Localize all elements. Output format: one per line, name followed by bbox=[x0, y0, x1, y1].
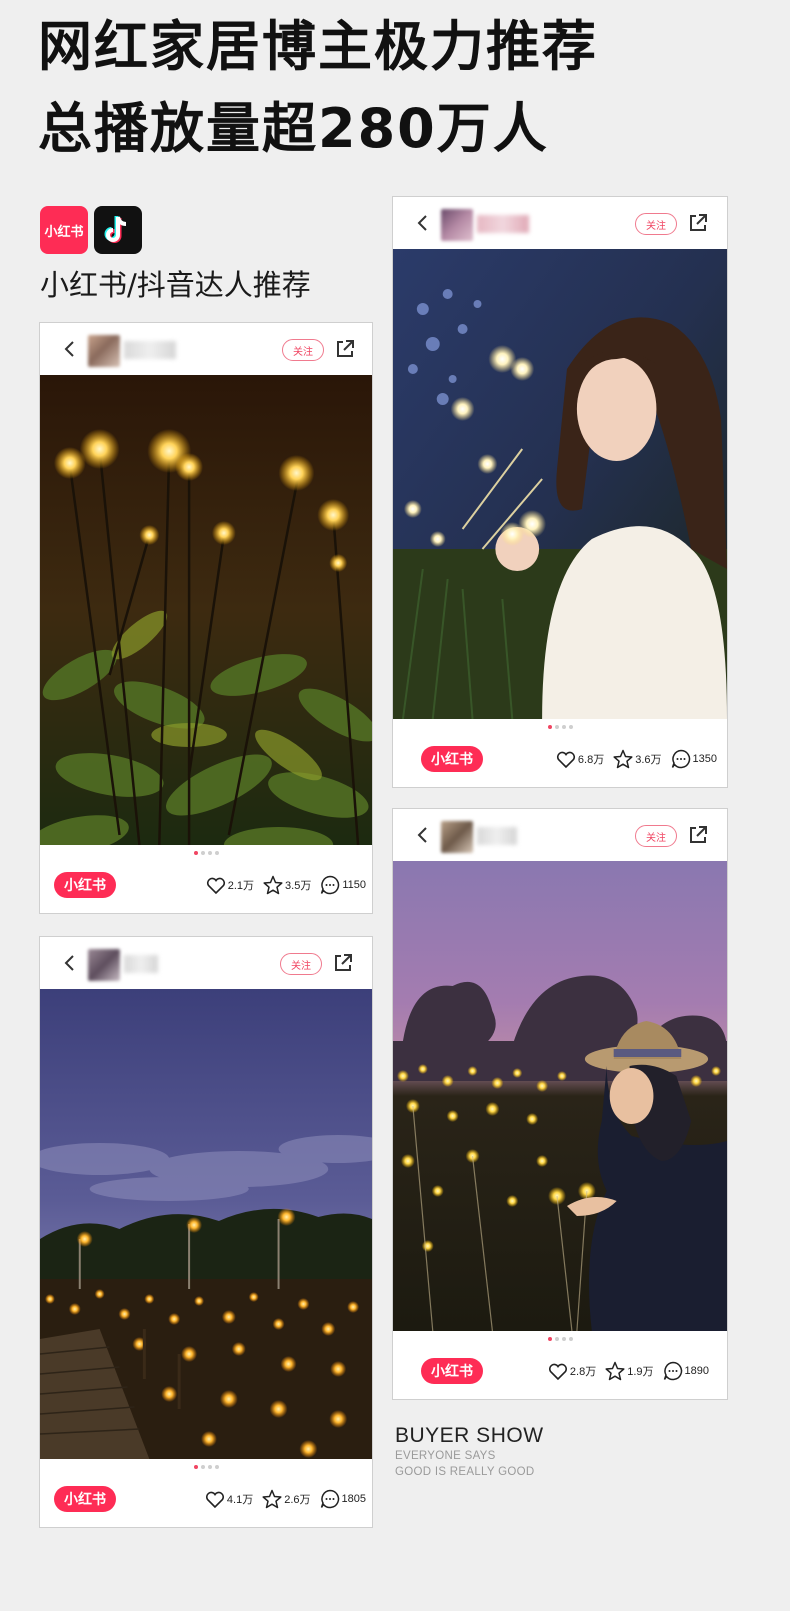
carousel-dots[interactable] bbox=[393, 1337, 727, 1341]
post-header: 关注 bbox=[40, 323, 372, 375]
comment-stat[interactable]: 1805 bbox=[319, 1488, 366, 1510]
share-icon[interactable] bbox=[687, 824, 709, 846]
carousel-dots[interactable] bbox=[393, 725, 727, 729]
favorite-stat[interactable]: 3.5万 bbox=[262, 874, 311, 896]
follow-button[interactable]: 关注 bbox=[280, 953, 322, 975]
post-card[interactable]: 关注 bbox=[39, 936, 373, 1528]
brand-logos: 小红书 bbox=[40, 206, 142, 254]
favorite-count: 1.9万 bbox=[627, 1366, 654, 1378]
post-footer: 小红书 2.8万 1.9万 1890 bbox=[393, 1351, 727, 1391]
follow-button[interactable]: 关注 bbox=[635, 213, 677, 235]
username-blurred bbox=[124, 341, 176, 359]
share-icon[interactable] bbox=[687, 212, 709, 234]
comment-stat[interactable]: 1350 bbox=[670, 748, 717, 770]
buyer-show-line-2: GOOD IS REALLY GOOD bbox=[395, 1466, 535, 1478]
post-footer: 小红书 2.1万 3.5万 1150 bbox=[40, 865, 372, 905]
post-card[interactable]: 关注 bbox=[39, 322, 373, 914]
username-blurred bbox=[477, 215, 529, 233]
brand-caption: 小红书/抖音达人推荐 bbox=[40, 268, 311, 302]
star-icon bbox=[605, 1361, 625, 1381]
like-stat[interactable]: 6.8万 bbox=[555, 748, 604, 770]
follow-button[interactable]: 关注 bbox=[635, 825, 677, 847]
like-stat[interactable]: 2.8万 bbox=[547, 1360, 596, 1382]
star-icon bbox=[262, 1489, 282, 1509]
post-footer: 小红书 4.1万 2.6万 1805 bbox=[40, 1479, 372, 1519]
post-stats: 2.1万 3.5万 1150 bbox=[205, 874, 366, 896]
back-icon[interactable] bbox=[60, 339, 80, 359]
username-blurred bbox=[477, 827, 517, 845]
post-header: 关注 bbox=[393, 809, 727, 861]
back-icon[interactable] bbox=[60, 953, 80, 973]
buyer-show-title: BUYER SHOW bbox=[395, 1424, 544, 1447]
username-blurred bbox=[124, 955, 158, 973]
post-stats: 6.8万 3.6万 1350 bbox=[555, 748, 717, 770]
comment-count: 1805 bbox=[341, 1493, 366, 1505]
like-count: 4.1万 bbox=[226, 1494, 254, 1506]
like-stat[interactable]: 4.1万 bbox=[204, 1488, 253, 1510]
comment-count: 1350 bbox=[692, 753, 717, 765]
comment-count: 1890 bbox=[684, 1365, 709, 1377]
heart-icon bbox=[556, 751, 575, 769]
star-icon bbox=[263, 875, 283, 895]
headline-line-1: 网红家居博主极力推荐 bbox=[38, 15, 598, 78]
post-footer: 小红书 6.8万 3.6万 1350 bbox=[393, 739, 727, 779]
post-photo[interactable] bbox=[40, 989, 372, 1459]
favorite-stat[interactable]: 2.6万 bbox=[261, 1488, 311, 1510]
xiaohongshu-badge: 小红书 bbox=[54, 1486, 116, 1512]
post-card[interactable]: 关注 bbox=[392, 196, 728, 788]
heart-icon bbox=[548, 1363, 567, 1381]
back-icon[interactable] bbox=[413, 213, 433, 233]
xiaohongshu-badge: 小红书 bbox=[421, 1358, 483, 1384]
post-stats: 4.1万 2.6万 1805 bbox=[204, 1488, 366, 1510]
avatar[interactable] bbox=[441, 209, 473, 241]
post-photo[interactable] bbox=[393, 861, 727, 1331]
like-count: 6.8万 bbox=[577, 754, 605, 766]
post-stats: 2.8万 1.9万 1890 bbox=[547, 1360, 709, 1382]
carousel-dots[interactable] bbox=[40, 1465, 372, 1469]
comment-stat[interactable]: 1150 bbox=[319, 874, 366, 896]
comment-icon bbox=[321, 875, 340, 895]
comment-icon bbox=[320, 1489, 339, 1509]
favorite-count: 3.6万 bbox=[635, 754, 662, 766]
favorite-stat[interactable]: 3.6万 bbox=[612, 748, 662, 770]
douyin-note-icon bbox=[94, 206, 142, 254]
favorite-count: 3.5万 bbox=[285, 880, 312, 892]
like-stat[interactable]: 2.1万 bbox=[205, 874, 254, 896]
buyer-show: BUYER SHOW EVERYONE SAYS GOOD IS REALLY … bbox=[395, 1424, 544, 1480]
post-card[interactable]: 关注 bbox=[392, 808, 728, 1400]
star-icon bbox=[613, 749, 633, 769]
avatar[interactable] bbox=[88, 949, 120, 981]
avatar[interactable] bbox=[441, 821, 473, 853]
headline: 网红家居博主极力推荐 总播放量超280万人 bbox=[38, 6, 598, 170]
comment-count: 1150 bbox=[342, 879, 366, 891]
xiaohongshu-badge: 小红书 bbox=[421, 746, 483, 772]
share-icon[interactable] bbox=[334, 338, 356, 360]
avatar[interactable] bbox=[88, 335, 120, 367]
follow-button[interactable]: 关注 bbox=[282, 339, 324, 361]
post-photo[interactable] bbox=[40, 375, 372, 845]
like-count: 2.8万 bbox=[569, 1366, 597, 1378]
post-photo[interactable] bbox=[393, 249, 727, 719]
post-header: 关注 bbox=[40, 937, 372, 989]
favorite-count: 2.6万 bbox=[284, 1494, 311, 1506]
back-icon[interactable] bbox=[413, 825, 433, 845]
buyer-show-line-1: EVERYONE SAYS bbox=[395, 1450, 496, 1462]
comment-stat[interactable]: 1890 bbox=[662, 1360, 709, 1382]
carousel-dots[interactable] bbox=[40, 851, 372, 855]
xiaohongshu-badge: 小红书 bbox=[54, 872, 116, 898]
heart-icon bbox=[205, 1491, 224, 1509]
headline-line-2: 总播放量超280万人 bbox=[38, 97, 549, 160]
favorite-stat[interactable]: 1.9万 bbox=[604, 1360, 654, 1382]
like-count: 2.1万 bbox=[227, 880, 255, 892]
comment-icon bbox=[663, 1361, 682, 1381]
post-header: 关注 bbox=[393, 197, 727, 249]
xiaohongshu-logo: 小红书 bbox=[40, 206, 88, 254]
share-icon[interactable] bbox=[332, 952, 354, 974]
comment-icon bbox=[671, 749, 690, 769]
heart-icon bbox=[206, 877, 225, 895]
